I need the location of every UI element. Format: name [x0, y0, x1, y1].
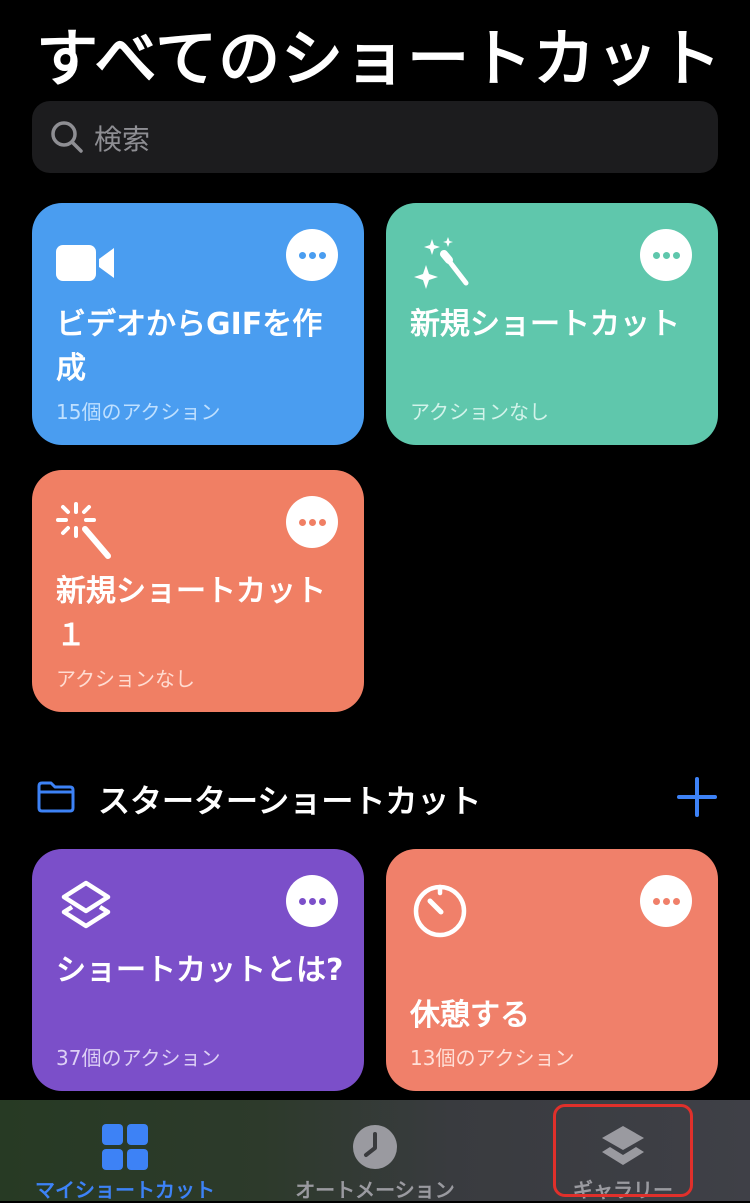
gallery-tab-highlight	[553, 1104, 693, 1197]
shortcut-action-count: アクションなし	[56, 667, 195, 691]
tab-label: マイショートカット	[35, 1178, 215, 1202]
grid-icon	[102, 1124, 148, 1170]
shortcut-name: ビデオからGIFを作成	[56, 307, 323, 386]
more-button[interactable]	[286, 229, 338, 281]
more-button[interactable]	[640, 229, 692, 281]
page-title: すべてのショートカット	[36, 22, 723, 95]
section-title: スターターショートカット	[98, 782, 482, 820]
shortcut-name: 休憩する	[410, 998, 530, 1033]
tab-my-shortcuts[interactable]: マイショートカット	[20, 1100, 230, 1202]
clock-icon	[353, 1125, 397, 1169]
shortcut-card-what-is[interactable]: ショートカットとは? 37個のアクション	[32, 849, 364, 1091]
sparkles-icon	[414, 237, 469, 289]
shortcut-action-count: 13個のアクション	[410, 1046, 575, 1070]
folder-icon	[37, 781, 75, 813]
more-button[interactable]	[286, 496, 338, 548]
shortcut-name: ショートカットとは?	[56, 953, 344, 988]
tab-automation[interactable]: オートメーション	[270, 1100, 480, 1202]
search-field[interactable]: 検索	[32, 101, 718, 173]
shortcut-action-count: 15個のアクション	[56, 400, 221, 424]
add-shortcut-button[interactable]	[676, 776, 718, 818]
search-input[interactable]: 検索	[94, 118, 150, 158]
shortcut-name: 新規ショートカット	[410, 307, 680, 342]
search-icon	[51, 121, 83, 153]
more-button[interactable]	[286, 875, 338, 927]
shortcut-card-video-gif[interactable]: ビデオからGIFを作成 15個のアクション	[32, 203, 364, 445]
magic-wand-icon	[56, 502, 111, 559]
layers-icon	[61, 880, 111, 929]
shortcut-action-count: アクションなし	[410, 400, 549, 424]
shortcut-card-new[interactable]: 新規ショートカット アクションなし	[386, 203, 718, 445]
video-camera-icon	[56, 245, 114, 281]
timer-icon	[413, 884, 467, 938]
more-button[interactable]	[640, 875, 692, 927]
tab-label: オートメーション	[295, 1178, 455, 1202]
shortcut-card-new-1[interactable]: 新規ショートカット１ アクションなし	[32, 470, 364, 712]
shortcut-name: 新規ショートカット１	[56, 574, 326, 653]
shortcut-card-take-break[interactable]: 休憩する 13個のアクション	[386, 849, 718, 1091]
shortcut-action-count: 37個のアクション	[56, 1046, 221, 1070]
